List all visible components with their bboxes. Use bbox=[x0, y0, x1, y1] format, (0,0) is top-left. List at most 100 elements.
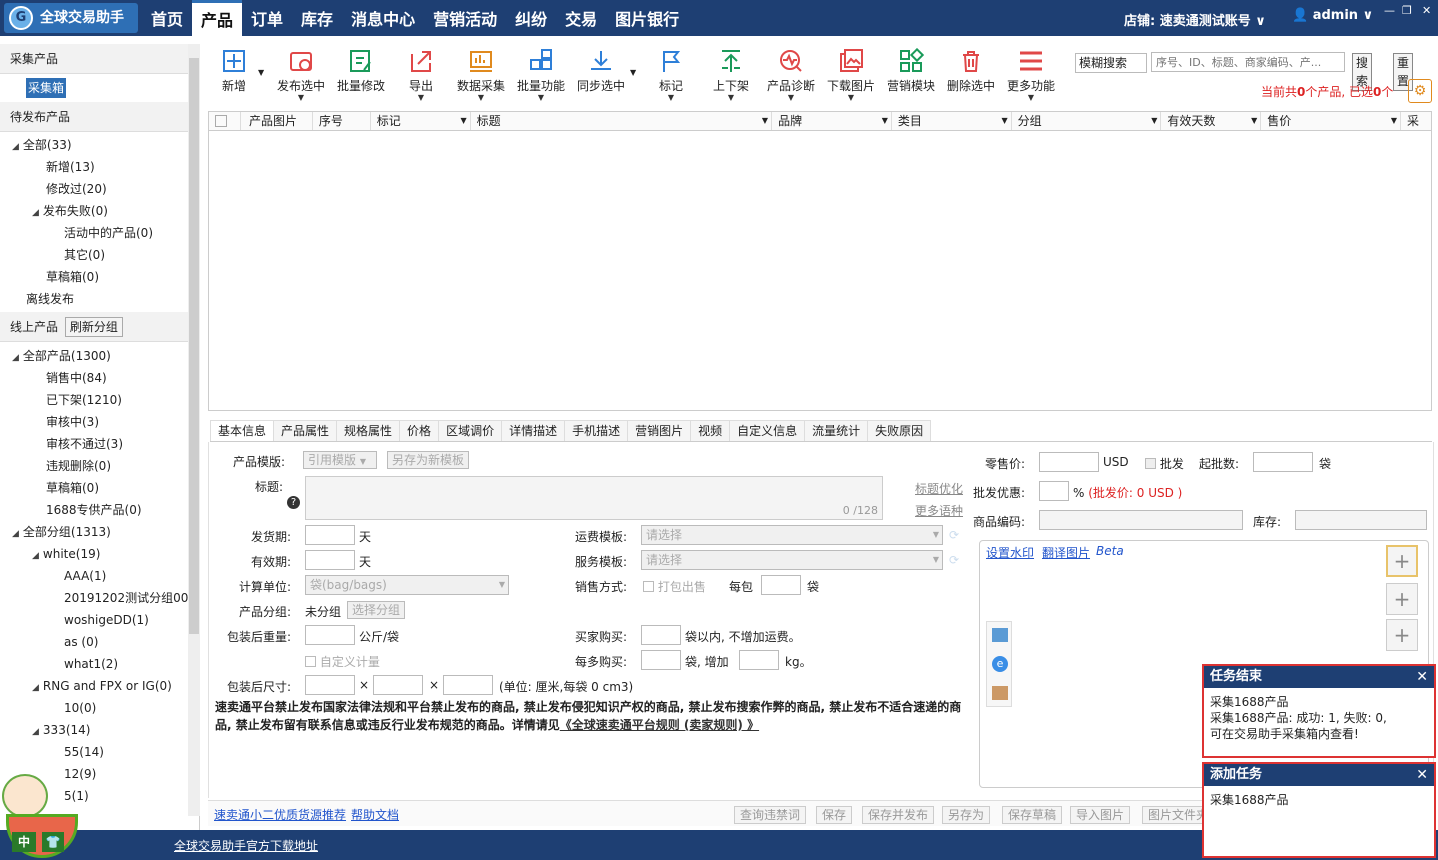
mascot-widget[interactable]: 中 👕 bbox=[0, 768, 84, 860]
rules-link[interactable]: 《全球速卖通平台规则 (卖家规则) 》 bbox=[560, 718, 759, 732]
delete-selected-button[interactable]: 删除选中 bbox=[940, 44, 1002, 94]
scrollbar-thumb[interactable] bbox=[189, 58, 199, 634]
sidebar-item-collect-box[interactable]: 采集箱 bbox=[26, 78, 67, 98]
download-link[interactable]: 全球交易助手官方下载地址 bbox=[174, 837, 318, 854]
tab-custom-info[interactable]: 自定义信息 bbox=[729, 420, 806, 441]
download-images-button[interactable]: 下载图片 ▼ bbox=[820, 44, 882, 102]
add-button[interactable]: 新增 bbox=[203, 44, 265, 94]
photo-icon[interactable] bbox=[992, 686, 1008, 700]
ie-icon[interactable]: e bbox=[992, 656, 1008, 672]
sidebar-item-group-333[interactable]: ◢ 333(14) bbox=[32, 720, 90, 742]
sidebar-item-in-activity[interactable]: 活动中的产品(0) bbox=[64, 223, 153, 243]
valid-days-input[interactable] bbox=[305, 550, 355, 570]
chevron-down-icon[interactable]: ▼ bbox=[258, 68, 264, 77]
restore-icon[interactable]: ❐ bbox=[1402, 4, 1412, 17]
sidebar-item-group-white[interactable]: ◢ white(19) bbox=[32, 544, 100, 566]
recommend-link[interactable]: 速卖通小二优质货源推荐 bbox=[214, 806, 346, 823]
chevron-down-icon[interactable]: ▼ bbox=[630, 68, 636, 77]
sidebar-item-failed[interactable]: ◢ 发布失败(0) bbox=[32, 201, 108, 223]
sidebar-item-new[interactable]: 新增(13) bbox=[46, 157, 95, 177]
close-icon[interactable]: ✕ bbox=[1422, 4, 1431, 17]
sidebar-scrollbar[interactable] bbox=[188, 44, 200, 816]
sidebar-item-pending-all[interactable]: ◢ 全部(33) bbox=[12, 135, 72, 157]
tab-detail-desc[interactable]: 详情描述 bbox=[501, 420, 566, 441]
marketing-module-button[interactable]: 营销模块 bbox=[880, 44, 942, 94]
publish-selected-button[interactable]: 发布选中 ▼ bbox=[270, 44, 332, 102]
help-doc-link[interactable]: 帮助文档 bbox=[351, 806, 399, 823]
save-button[interactable]: 保存 bbox=[816, 806, 853, 824]
sidebar-item-group-rng[interactable]: ◢ RNG and FPX or IG(0) bbox=[32, 676, 172, 698]
add-image-button[interactable]: + bbox=[1386, 545, 1418, 577]
per-pack-input[interactable] bbox=[761, 575, 801, 595]
data-collect-button[interactable]: 数据采集 ▼ bbox=[450, 44, 512, 102]
tab-marketing-images[interactable]: 营销图片 bbox=[627, 420, 692, 441]
sidebar-item-modified[interactable]: 修改过(20) bbox=[46, 179, 107, 199]
nav-image-bank[interactable]: 图片银行 bbox=[606, 0, 688, 36]
col-price[interactable]: 售价 ▼ bbox=[1261, 112, 1402, 130]
app-logo[interactable]: G 全球交易助手 bbox=[4, 3, 138, 33]
import-images-button[interactable]: 导入图片 bbox=[1070, 806, 1131, 824]
col-group[interactable]: 分组 ▼ bbox=[1012, 112, 1162, 130]
save-publish-button[interactable]: 保存并发布 bbox=[862, 806, 935, 824]
watermark-link[interactable]: 设置水印 bbox=[986, 544, 1034, 561]
col-image[interactable]: 产品图片 bbox=[241, 112, 313, 130]
unit-select[interactable]: 袋(bag/bags) ▼ bbox=[305, 575, 509, 595]
sidebar-item-group-woshigedd[interactable]: woshigeDD(1) bbox=[64, 610, 149, 630]
tab-basic-info[interactable]: 基本信息 bbox=[210, 420, 275, 441]
retail-price-input[interactable] bbox=[1039, 452, 1099, 472]
more-languages-link[interactable]: 更多语种 bbox=[915, 502, 963, 519]
sync-selected-button[interactable]: 同步选中 bbox=[570, 44, 632, 94]
add-image-button[interactable]: + bbox=[1386, 583, 1418, 615]
shelf-button[interactable]: 上下架 ▼ bbox=[700, 44, 762, 102]
sidebar-item-group-aaa[interactable]: AAA(1) bbox=[64, 566, 106, 586]
batch-edit-button[interactable]: 批量修改 bbox=[330, 44, 392, 94]
nav-disputes[interactable]: 纠纷 bbox=[506, 0, 556, 36]
refresh-group-button[interactable]: 刷新分组 bbox=[64, 317, 123, 337]
weight-input[interactable] bbox=[305, 625, 355, 645]
custom-weight-checkbox[interactable]: 自定义计量 bbox=[305, 653, 380, 670]
sidebar-item-all-groups[interactable]: ◢ 全部分组(1313) bbox=[12, 522, 111, 544]
refresh-icon[interactable]: ⟳ bbox=[949, 553, 959, 567]
col-category[interactable]: 类目 ▼ bbox=[892, 112, 1012, 130]
translate-image-link[interactable]: 翻译图片 bbox=[1042, 544, 1090, 561]
tab-price[interactable]: 价格 bbox=[399, 420, 440, 441]
tab-region-price[interactable]: 区域调价 bbox=[438, 420, 503, 441]
ship-days-input[interactable] bbox=[305, 525, 355, 545]
sidebar-item-group-10[interactable]: 10(0) bbox=[64, 698, 96, 718]
col-brand[interactable]: 品牌 ▼ bbox=[772, 112, 892, 130]
buyer-qty-input[interactable] bbox=[641, 625, 681, 645]
col-title[interactable]: 标题 ▼ bbox=[471, 112, 773, 130]
col-more[interactable]: 采 bbox=[1401, 112, 1431, 130]
height-input[interactable] bbox=[443, 675, 493, 695]
sidebar-item-on-sale[interactable]: 销售中(84) bbox=[46, 368, 107, 388]
min-qty-input[interactable] bbox=[1253, 452, 1313, 472]
wholesale-checkbox[interactable]: 批发 bbox=[1145, 455, 1184, 472]
stock-input[interactable] bbox=[1295, 510, 1427, 530]
sidebar-item-all-products[interactable]: ◢ 全部产品(1300) bbox=[12, 346, 111, 368]
minimize-icon[interactable]: — bbox=[1384, 4, 1395, 17]
user-menu[interactable]: 👤 admin ∨ bbox=[1292, 8, 1373, 23]
check-words-button[interactable]: 查询违禁词 bbox=[734, 806, 807, 824]
more-functions-button[interactable]: 更多功能 ▼ bbox=[1000, 44, 1062, 102]
search-mode-select[interactable]: 模糊搜索 bbox=[1075, 53, 1147, 73]
tab-traffic[interactable]: 流量统计 bbox=[804, 420, 869, 441]
select-all-checkbox[interactable] bbox=[209, 112, 241, 130]
sidebar-item-offline[interactable]: 离线发布 bbox=[26, 289, 74, 309]
sidebar-item-group-test[interactable]: 20191202测试分组001 bbox=[64, 588, 196, 608]
choose-group-button[interactable]: 选择分组 bbox=[347, 601, 405, 619]
folder-icon[interactable] bbox=[992, 628, 1008, 642]
close-icon[interactable]: ✕ bbox=[1416, 666, 1428, 688]
sidebar-item-group-what1[interactable]: what1(2) bbox=[64, 654, 118, 674]
save-draft-button[interactable]: 保存草稿 bbox=[1002, 806, 1063, 824]
service-select[interactable]: 请选择 ▼ bbox=[641, 550, 943, 570]
tab-attributes[interactable]: 产品属性 bbox=[273, 420, 338, 441]
sidebar-item-group-as[interactable]: as (0) bbox=[64, 632, 98, 652]
nav-orders[interactable]: 订单 bbox=[242, 0, 292, 36]
title-optimize-link[interactable]: 标题优化 bbox=[915, 480, 963, 497]
shop-selector[interactable]: 店铺: 速卖通测试账号 ∨ bbox=[1124, 10, 1266, 29]
tab-mobile-desc[interactable]: 手机描述 bbox=[564, 420, 629, 441]
sidebar-item-offshelf[interactable]: 已下架(1210) bbox=[46, 390, 122, 410]
close-icon[interactable]: ✕ bbox=[1416, 764, 1428, 786]
sidebar-item-rejected[interactable]: 审核不通过(3) bbox=[46, 434, 123, 454]
tab-fail-reason[interactable]: 失败原因 bbox=[867, 420, 932, 441]
